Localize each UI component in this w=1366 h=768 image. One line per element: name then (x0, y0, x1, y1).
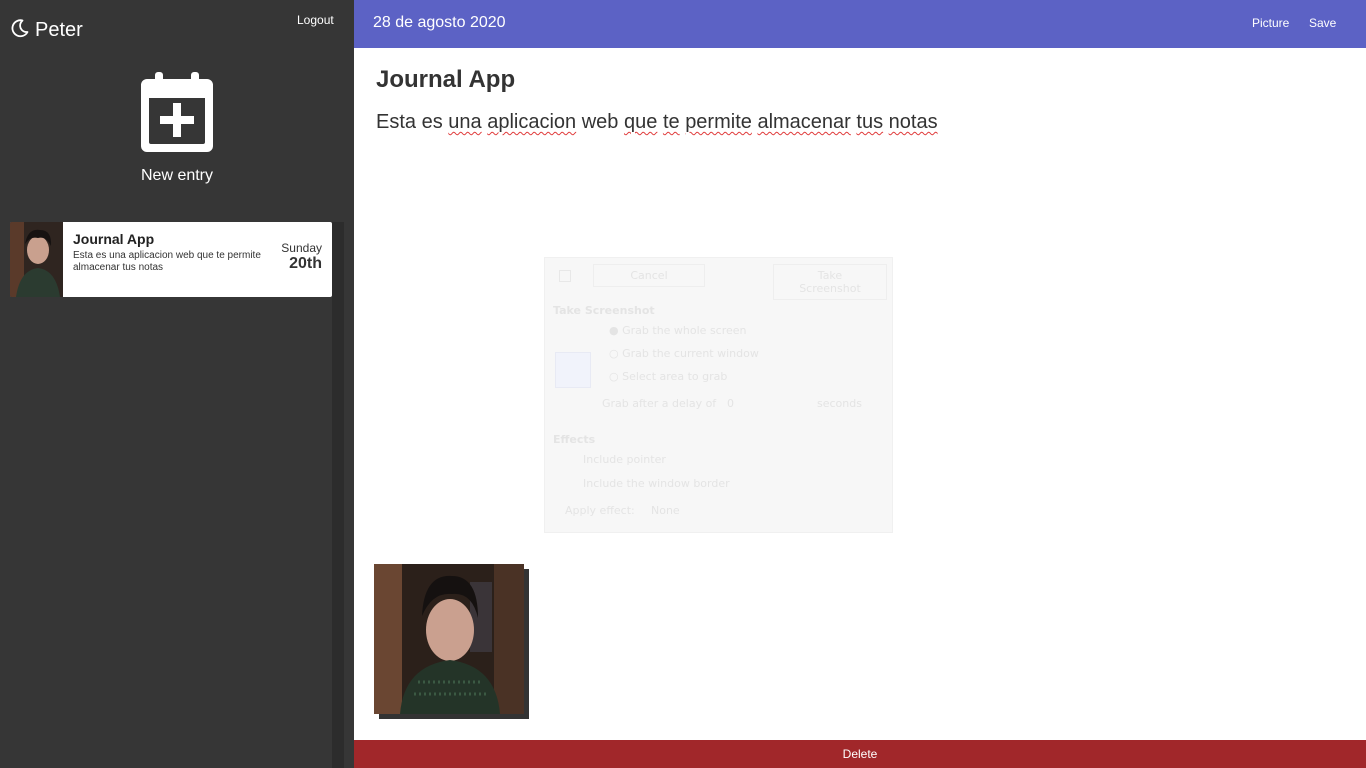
body-word: almacenar (757, 111, 851, 133)
body-word: tus (856, 111, 884, 133)
body-word: notas (888, 111, 938, 133)
ghost-apply-value: None (651, 504, 680, 517)
ghost-cancel-button: Cancel (593, 264, 705, 287)
entry-title: Journal App (73, 231, 155, 247)
body-word: permite (685, 111, 752, 133)
ghost-option-1: ● Grab the whole screen (609, 324, 747, 337)
moon-icon (10, 18, 30, 43)
ghost-option-3-label: Select area to grab (622, 370, 728, 383)
ghost-delay-label: Grab after a delay of (602, 397, 717, 410)
dialog-icon (559, 270, 571, 282)
note-body-textarea[interactable]: Esta es una aplicacion web que te permit… (376, 111, 938, 134)
entry-day-number: 20th (289, 255, 322, 272)
ghost-delay-value: 0 (727, 397, 734, 410)
body-word: web (581, 111, 619, 133)
ghost-option-2-label: Grab the current window (622, 347, 759, 360)
ghost-seconds: seconds (817, 397, 862, 410)
journal-entry-card[interactable]: Journal App Esta es una aplicacion web q… (10, 222, 332, 297)
ghost-take-button: Take Screenshot (773, 264, 887, 300)
logout-button[interactable]: Logout (297, 13, 334, 27)
save-button[interactable]: Save (1309, 16, 1336, 30)
ghost-border: Include the window border (583, 477, 730, 490)
entry-body: Journal App Esta es una aplicacion web q… (63, 222, 280, 297)
calendar-plus-icon (141, 70, 213, 157)
note-picture (374, 564, 524, 714)
body-word: es (421, 111, 443, 133)
body-word: Esta (376, 111, 417, 133)
screenshot-dialog-ghost: Cancel Take Screenshot Take Screenshot ●… (544, 257, 893, 533)
ghost-pointer: Include pointer (583, 453, 666, 466)
note-title-input[interactable] (376, 66, 1276, 94)
note-date: 28 de agosto 2020 (373, 14, 506, 31)
ghost-preview (555, 352, 591, 388)
new-entry-label: New entry (140, 167, 214, 184)
entry-text: Esta es una aplicacion web que te permit… (73, 250, 261, 273)
body-word: te (662, 111, 680, 133)
ghost-option-2: ○ Grab the current window (609, 347, 759, 360)
body-word: una (448, 111, 482, 133)
new-entry-button[interactable]: New entry (0, 70, 354, 185)
entry-thumbnail (10, 222, 63, 297)
picture-button[interactable]: Picture (1252, 16, 1289, 30)
delete-button[interactable]: Delete (354, 740, 1366, 768)
body-word: que (624, 111, 658, 133)
entry-day: Sunday (281, 241, 322, 255)
brand-name: Peter (35, 19, 83, 41)
ghost-option-3: ○ Select area to grab (609, 370, 728, 383)
ghost-heading: Take Screenshot (553, 304, 655, 317)
ghost-effects: Effects (553, 433, 596, 446)
sidebar-scrollbar[interactable] (332, 222, 344, 768)
note-appbar: 28 de agosto 2020 Picture Save (354, 0, 1366, 48)
body-word: aplicacion (487, 111, 577, 133)
ghost-option-1-label: Grab the whole screen (622, 324, 747, 337)
ghost-apply-label: Apply effect: (565, 504, 635, 517)
entry-date: Sunday 20th (280, 222, 332, 297)
brand: Peter (10, 18, 83, 43)
sidebar: Peter Logout New entry Journal App Esta … (0, 0, 354, 768)
